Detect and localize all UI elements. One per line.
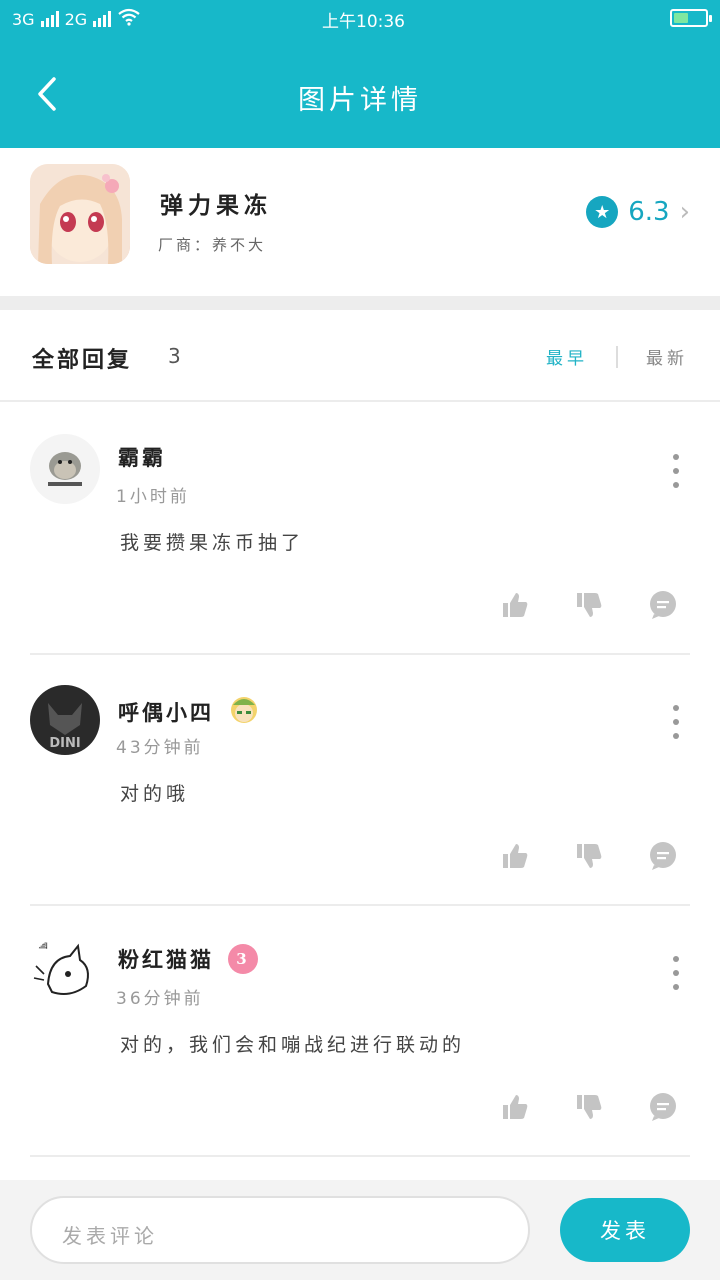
app-card[interactable]: 弹力果冻 厂商：养不大 ★ 6.3 › <box>0 148 720 296</box>
network-label: 2G <box>64 9 88 29</box>
comment-username: 粉红猫猫 3 <box>118 944 258 974</box>
comment-text: 对的，我们会和嘣战纪进行联动的 <box>120 1034 466 1056</box>
sort-separator <box>616 345 618 368</box>
more-options-icon[interactable] <box>670 956 682 990</box>
comment-input[interactable]: 发表评论 <box>30 1196 530 1264</box>
title-row: 图片详情 <box>0 62 720 132</box>
app-vendor: 厂商：养不大 <box>158 234 266 255</box>
vendor-label: 厂商： <box>158 236 213 254</box>
comment-text: 对的哦 <box>120 783 190 805</box>
sort-tab-newest[interactable]: 最新 <box>646 344 688 369</box>
character-badge-icon <box>228 693 260 730</box>
clock: 上午10:36 <box>322 12 405 32</box>
avatar[interactable]: DINI <box>30 685 100 755</box>
app-icon <box>30 164 130 264</box>
more-options-icon[interactable] <box>670 705 682 739</box>
thumbs-up-icon[interactable] <box>500 1092 530 1122</box>
rating-value: 6.3 <box>628 197 670 227</box>
thumbs-down-icon[interactable] <box>574 590 604 620</box>
comment-item: 画 粉红猫猫 3 36分钟前 对的，我们会和嘣战纪进行联动的 <box>30 906 690 1157</box>
signal-icon <box>40 11 59 27</box>
comment-time: 36分钟前 <box>116 989 204 1009</box>
top-bar: 3G 2G 上午10:36 图片详情 <box>0 0 720 148</box>
replies-title: 全部回复 <box>32 347 133 373</box>
svg-text:DINI: DINI <box>49 736 80 751</box>
thumbs-up-icon[interactable] <box>500 841 530 871</box>
comment-username: 霸霸 <box>118 445 166 470</box>
comment-time: 1小时前 <box>116 487 190 507</box>
comment-username: 呼偶小四 <box>118 693 260 730</box>
signal-icon <box>93 11 112 27</box>
battery-icon <box>670 9 712 27</box>
star-icon: ★ <box>586 196 619 228</box>
comment-item: 霸霸 1小时前 我要攒果冻币抽了 <box>30 404 690 655</box>
avatar[interactable] <box>30 434 100 504</box>
avatar[interactable]: 画 <box>30 936 100 1006</box>
reply-bubble-icon[interactable] <box>648 841 678 871</box>
vendor-name: 养不大 <box>212 236 267 254</box>
comment-text: 我要攒果冻币抽了 <box>120 532 305 554</box>
status-bar: 3G 2G 上午10:36 <box>0 0 720 36</box>
replies-header: 全部回复 3 最早 最新 <box>0 310 720 402</box>
comment-actions <box>500 841 678 871</box>
level-badge-icon: 3 <box>228 944 258 974</box>
sort-tab-earliest[interactable]: 最早 <box>546 344 588 369</box>
section-divider <box>0 296 720 310</box>
network-label: 3G <box>12 9 35 29</box>
post-button[interactable]: 发表 <box>560 1198 690 1262</box>
bottom-bar: 发表评论 发表 <box>0 1180 720 1280</box>
replies-count: 3 <box>168 344 181 368</box>
more-options-icon[interactable] <box>670 454 682 488</box>
reply-bubble-icon[interactable] <box>648 590 678 620</box>
comment-actions <box>500 590 678 620</box>
thumbs-down-icon[interactable] <box>574 1092 604 1122</box>
signal-group: 3G 2G <box>12 8 141 30</box>
reply-bubble-icon[interactable] <box>648 1092 678 1122</box>
thumbs-down-icon[interactable] <box>574 841 604 871</box>
svg-text:画: 画 <box>38 940 48 951</box>
comment-actions <box>500 1092 678 1122</box>
comment-time: 43分钟前 <box>116 738 204 758</box>
page-title: 图片详情 <box>298 85 422 116</box>
app-name: 弹力果冻 <box>160 192 272 219</box>
comment-item: DINI 呼偶小四 43分钟前 对的哦 <box>30 655 690 906</box>
wifi-icon <box>117 8 141 30</box>
sort-tabs: 最早 最新 <box>546 344 688 369</box>
rating[interactable]: ★ 6.3 › <box>586 196 690 228</box>
chevron-right-icon: › <box>679 197 690 227</box>
thumbs-up-icon[interactable] <box>500 590 530 620</box>
